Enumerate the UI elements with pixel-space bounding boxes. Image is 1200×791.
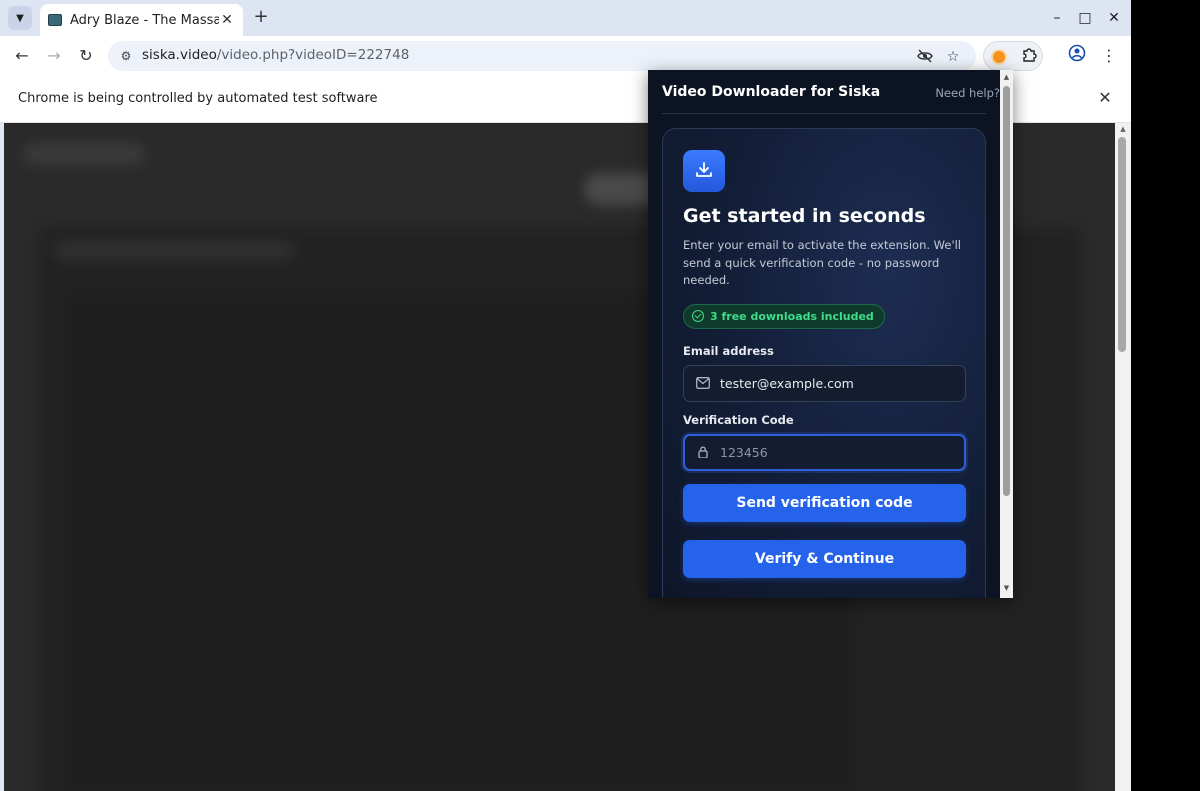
email-label: Email address <box>683 344 774 358</box>
tab-close-icon[interactable]: ✕ <box>219 12 235 28</box>
badge-text: 3 free downloads included <box>710 310 874 323</box>
check-circle-icon <box>692 310 704 322</box>
tab-title: Adry Blaze - The Massage <box>70 12 220 28</box>
new-tab-button[interactable]: + <box>250 6 272 28</box>
popup-title: Video Downloader for Siska <box>662 84 881 100</box>
menu-kebab-icon[interactable]: ⋮ <box>1097 44 1121 68</box>
close-window-button[interactable]: ✕ <box>1104 8 1124 28</box>
maximize-button[interactable]: □ <box>1075 8 1095 28</box>
tab-active[interactable]: Adry Blaze - The Massage ✕ <box>40 4 243 36</box>
send-code-button[interactable]: Send verification code <box>683 484 966 522</box>
popup-scroll-up-arrow[interactable]: ▲ <box>1001 73 1012 81</box>
forward-button[interactable]: → <box>42 44 66 68</box>
page-scrollbar[interactable]: ▲ <box>1115 123 1131 791</box>
mail-icon <box>696 377 710 389</box>
bookmark-star-icon[interactable]: ☆ <box>944 48 962 66</box>
reload-button[interactable]: ↻ <box>74 44 98 68</box>
card-description: Enter your email to activate the extensi… <box>683 238 961 287</box>
extension-popup: Video Downloader for Siska Need help? Ge… <box>648 70 1013 598</box>
infobar-close-icon[interactable]: ✕ <box>1096 88 1114 108</box>
signup-card: Get started in seconds Enter your email … <box>662 128 986 598</box>
popup-scroll-thumb[interactable] <box>1003 86 1010 496</box>
eye-off-icon[interactable] <box>916 48 934 66</box>
code-placeholder: 123456 <box>720 445 768 460</box>
infobar-message: Chrome is being controlled by automated … <box>18 91 378 106</box>
puzzle-icon[interactable] <box>1020 47 1038 65</box>
verification-code-field[interactable]: 123456 <box>683 434 966 471</box>
page-scroll-thumb[interactable] <box>1118 137 1126 352</box>
verify-continue-button[interactable]: Verify & Continue <box>683 540 966 578</box>
popup-scrollbar[interactable]: ▲ ▼ <box>1000 70 1013 598</box>
tab-favicon-icon <box>48 14 62 26</box>
tab-strip: ▼ Adry Blaze - The Massage ✕ + – □ ✕ <box>0 0 1131 36</box>
profile-icon[interactable] <box>1065 44 1089 68</box>
need-help-link[interactable]: Need help? <box>935 86 1000 100</box>
lock-icon <box>698 446 708 458</box>
extension-icon[interactable] <box>991 49 1007 65</box>
free-downloads-badge: 3 free downloads included <box>683 304 885 329</box>
url-path: /video.php?videoID=222748 <box>216 47 410 63</box>
tab-search-button[interactable]: ▼ <box>8 6 32 30</box>
extensions-group <box>983 41 1043 71</box>
address-bar[interactable]: ⚙ siska.video/video.php?videoID=222748 ☆ <box>108 41 976 71</box>
email-field[interactable]: tester@example.com <box>683 365 966 402</box>
url-text[interactable]: siska.video/video.php?videoID=222748 <box>142 47 409 63</box>
minimize-button[interactable]: – <box>1047 8 1067 28</box>
popup-scroll-down-arrow[interactable]: ▼ <box>1001 584 1012 592</box>
download-icon <box>683 150 725 192</box>
back-button[interactable]: ← <box>10 44 34 68</box>
scroll-up-arrow[interactable]: ▲ <box>1118 125 1128 133</box>
email-value: tester@example.com <box>720 376 854 391</box>
url-host: siska.video <box>142 47 217 63</box>
card-heading: Get started in seconds <box>683 205 926 227</box>
code-label: Verification Code <box>683 413 794 427</box>
site-info-icon[interactable]: ⚙ <box>118 48 134 64</box>
popup-header: Video Downloader for Siska Need help? <box>662 70 1000 114</box>
